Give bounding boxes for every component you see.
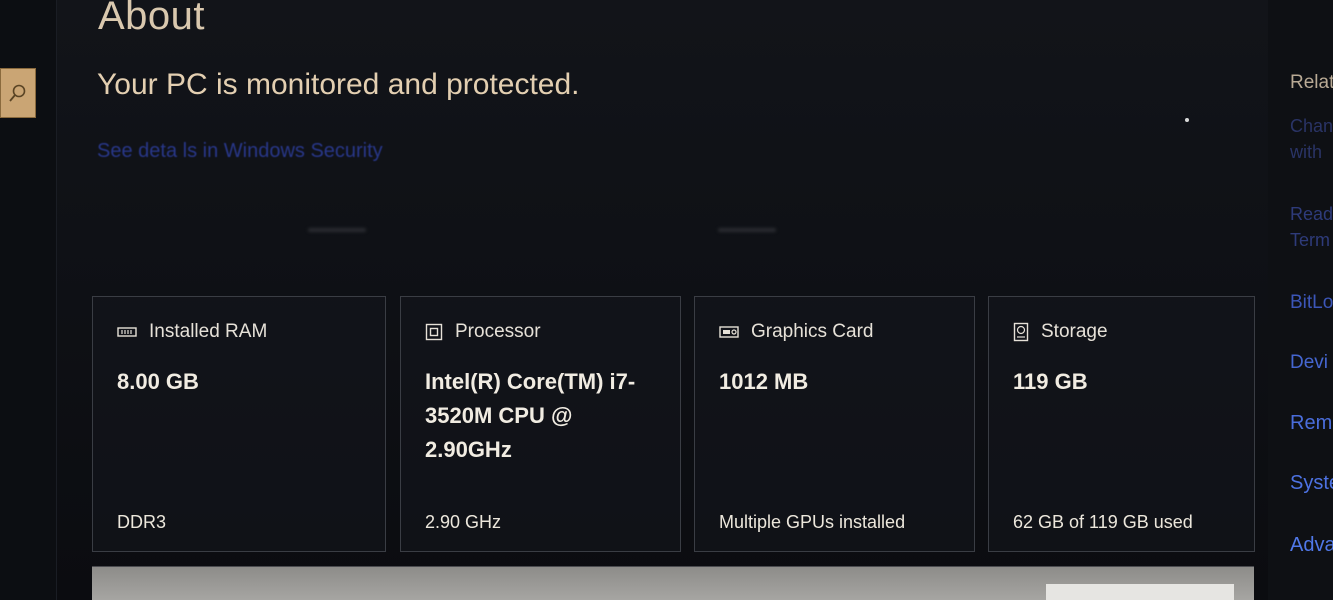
processor-card-header: Processor	[425, 321, 541, 343]
search-button[interactable]	[0, 68, 36, 118]
related-link-device-manager[interactable]: Devi	[1290, 352, 1328, 374]
ram-card[interactable]: Installed RAM 8.00 GB DDR3	[92, 296, 386, 552]
memory-icon	[117, 327, 137, 337]
windows-security-link[interactable]: See deta ls in Windows Security	[97, 140, 383, 163]
graphics-card-icon	[719, 326, 739, 338]
related-link-remote-desktop[interactable]: Rem	[1290, 412, 1332, 435]
processor-card[interactable]: Processor Intel(R) Core(TM) i7-3520M CPU…	[400, 296, 681, 552]
screen-speck	[1185, 118, 1189, 122]
related-link-bitlocker[interactable]: BitLo	[1290, 292, 1333, 314]
ram-type: DDR3	[117, 512, 167, 532]
settings-window: About Your PC is monitored and protected…	[0, 0, 1333, 600]
bottom-action-button[interactable]	[1046, 584, 1234, 600]
graphics-label: Graphics Card	[751, 321, 874, 342]
storage-value: 119 GB	[1013, 369, 1088, 394]
storage-card-header: Storage	[1013, 321, 1108, 343]
processor-icon	[425, 323, 443, 341]
storage-card[interactable]: Storage 119 GB 62 GB of 119 GB used	[988, 296, 1255, 552]
related-link-read[interactable]: Read	[1290, 204, 1333, 225]
related-link-change[interactable]: Chan	[1290, 116, 1333, 137]
storage-icon	[1013, 322, 1029, 342]
related-link-with[interactable]: with	[1290, 142, 1322, 163]
search-icon	[9, 84, 26, 102]
related-link-advanced-settings[interactable]: Adva	[1290, 534, 1333, 557]
storage-label: Storage	[1041, 321, 1108, 342]
ram-value: 8.00 GB	[117, 369, 199, 394]
related-settings-panel: Relate Chan with Read Term BitLo Devi Re…	[1268, 0, 1333, 600]
divider-smudge	[308, 228, 366, 232]
processor-label: Processor	[455, 321, 541, 342]
processor-value: Intel(R) Core(TM) i7-3520M CPU @ 2.90GHz	[425, 369, 636, 462]
graphics-card-header: Graphics Card	[719, 321, 874, 343]
ram-card-header: Installed RAM	[117, 321, 267, 343]
graphics-detail: Multiple GPUs installed	[719, 512, 906, 532]
storage-usage: 62 GB of 119 GB used	[1013, 512, 1193, 532]
related-link-terms[interactable]: Term	[1290, 230, 1330, 251]
related-link-system-protection[interactable]: Syste	[1290, 472, 1333, 495]
related-heading: Relate	[1290, 72, 1333, 93]
graphics-card[interactable]: Graphics Card 1012 MB Multiple GPUs inst…	[694, 296, 975, 552]
graphics-value: 1012 MB	[719, 369, 809, 394]
page-title: About	[98, 0, 206, 38]
processor-speed: 2.90 GHz	[425, 512, 502, 532]
protection-status-text: Your PC is monitored and protected.	[97, 68, 580, 101]
divider-smudge	[718, 228, 776, 232]
ram-label: Installed RAM	[149, 321, 268, 342]
